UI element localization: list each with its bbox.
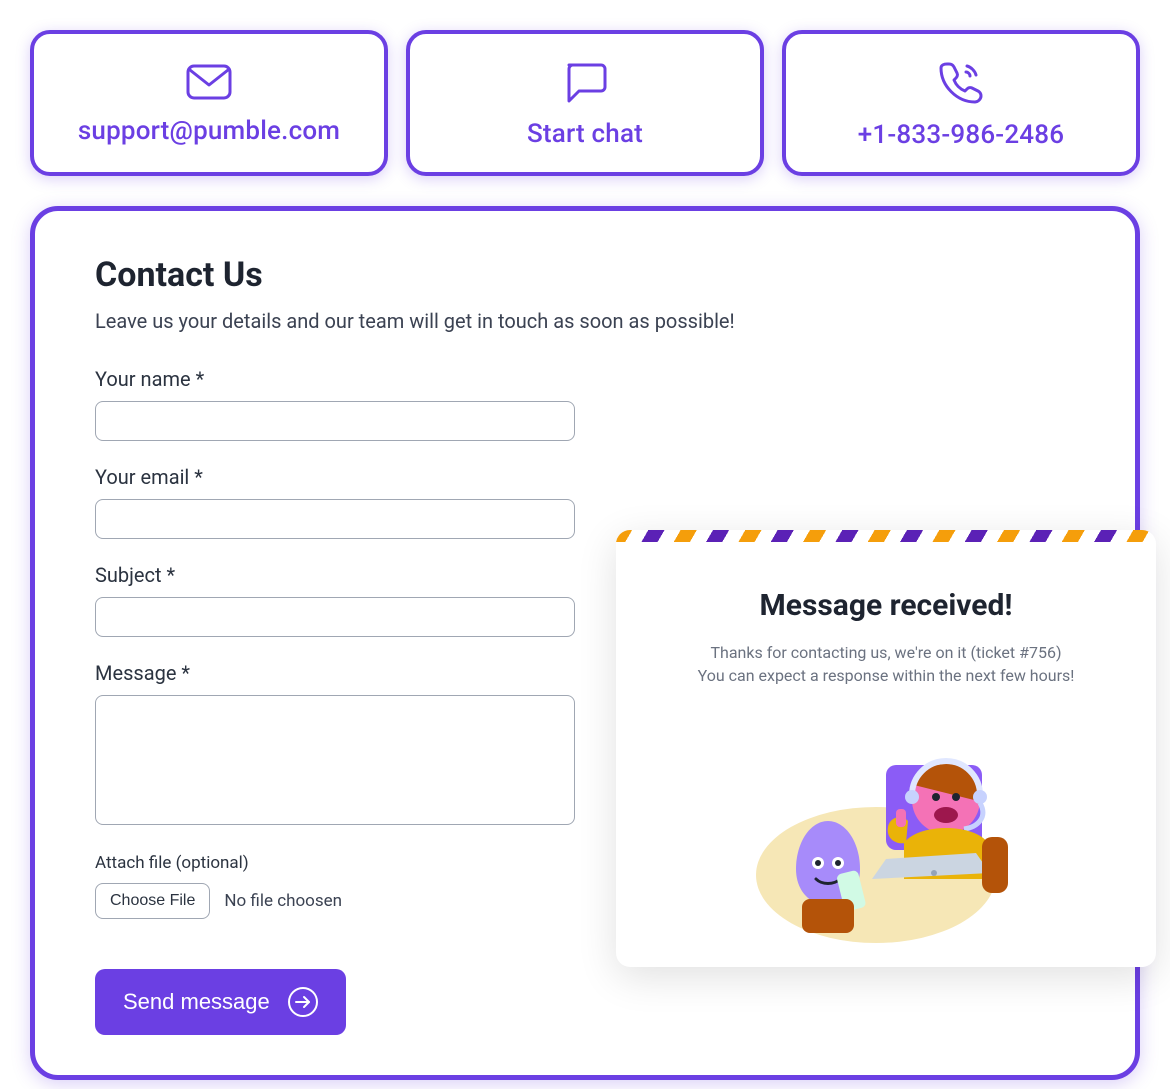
- chat-icon: [563, 61, 607, 103]
- email-label-form: Your email *: [95, 465, 1075, 489]
- email-field: Your email *: [95, 465, 1075, 539]
- support-illustration: [616, 725, 1156, 945]
- email-label: support@pumble.com: [78, 116, 340, 146]
- toast-line1: Thanks for contacting us, we're on it (t…: [646, 641, 1126, 664]
- phone-card[interactable]: +1-833-986-2486: [782, 30, 1140, 176]
- mail-icon: [186, 64, 232, 100]
- form-title: Contact Us: [95, 255, 1075, 295]
- name-field: Your name *: [95, 367, 1075, 441]
- chat-card[interactable]: Start chat: [406, 30, 764, 176]
- message-received-toast: Message received! Thanks for contacting …: [616, 530, 1156, 967]
- file-status: No file choosen: [224, 891, 342, 911]
- form-subtitle: Leave us your details and our team will …: [95, 309, 1075, 333]
- name-input[interactable]: [95, 401, 575, 441]
- phone-label: +1-833-986-2486: [858, 120, 1065, 150]
- contact-methods-row: support@pumble.com Start chat +1-833-986…: [30, 30, 1140, 176]
- phone-icon: [939, 60, 983, 104]
- email-input[interactable]: [95, 499, 575, 539]
- choose-file-button[interactable]: Choose File: [95, 883, 210, 919]
- chat-label: Start chat: [527, 119, 643, 149]
- message-input[interactable]: [95, 695, 575, 825]
- name-label: Your name *: [95, 367, 1075, 391]
- email-card[interactable]: support@pumble.com: [30, 30, 388, 176]
- send-button-label: Send message: [123, 989, 270, 1015]
- send-message-button[interactable]: Send message: [95, 969, 346, 1035]
- arrow-right-circle-icon: [288, 987, 318, 1017]
- toast-line2: You can expect a response within the nex…: [646, 664, 1126, 687]
- subject-input[interactable]: [95, 597, 575, 637]
- toast-stripe: [616, 530, 1156, 542]
- toast-title: Message received!: [646, 588, 1126, 623]
